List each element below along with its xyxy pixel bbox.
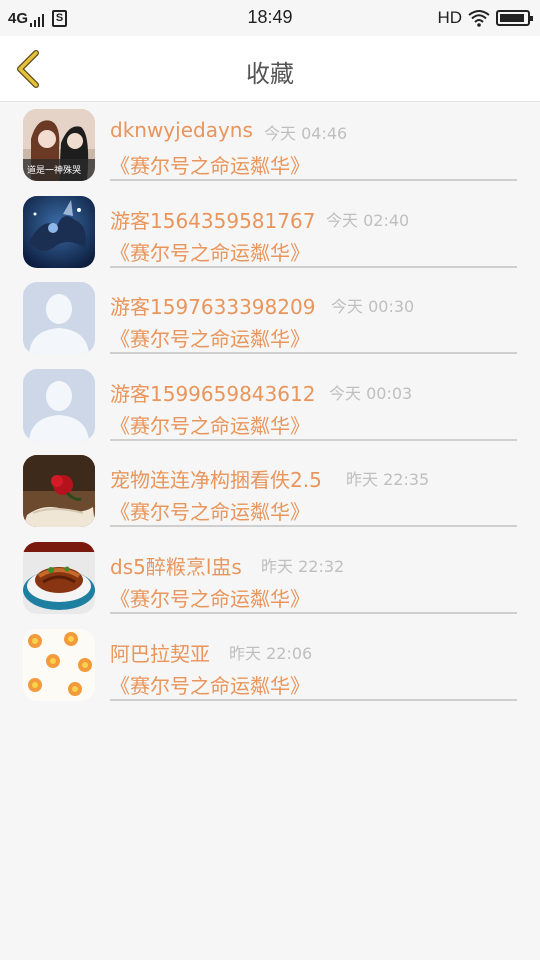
list-item[interactable]: 游客1599659843612 今天 00:03 《赛尔号之命运粼华》 <box>0 362 540 449</box>
status-bar: 4G S 18:49 HD <box>0 0 540 36</box>
timestamp: 昨天 22:35 <box>346 470 430 490</box>
divider <box>110 265 517 268</box>
user-name: 游客1599659843612 <box>110 381 316 406</box>
avatar <box>23 628 95 701</box>
hd-indicator: HD <box>437 8 462 27</box>
favorite-title: 《赛尔号之命运粼华》 <box>110 413 310 438</box>
user-name: ds5醉糇烹l盅s <box>110 554 242 579</box>
list-item[interactable]: 宠物连连净构捆看佚2.5 昨天 22:35 《赛尔号之命运粼华》 <box>0 448 540 535</box>
list-item[interactable]: 道是一神殊哭 dknwyjedayns 今天 04:46 《赛尔号之命运粼华》 <box>0 102 540 189</box>
favorite-title: 《赛尔号之命运粼华》 <box>110 586 310 611</box>
list-item[interactable]: 阿巴拉契亚 昨天 22:06 《赛尔号之命运粼华》 <box>0 622 540 709</box>
timestamp: 昨天 22:06 <box>229 643 313 663</box>
favorite-title: 《赛尔号之命运粼华》 <box>110 154 310 178</box>
favorite-title: 《赛尔号之命运粼华》 <box>110 327 310 352</box>
avatar <box>23 368 95 441</box>
timestamp: 昨天 22:32 <box>261 556 345 576</box>
list-item[interactable]: 游客1564359581767 今天 02:40 《赛尔号之命运粼华》 <box>0 189 540 276</box>
page-title: 收藏 <box>246 60 294 88</box>
favorite-title: 《赛尔号之命运粼华》 <box>110 500 310 525</box>
list-item[interactable]: ds5醉糇烹l盅s 昨天 22:32 《赛尔号之命运粼华》 <box>0 535 540 622</box>
wifi-icon <box>468 10 490 27</box>
avatar-caption: 道是一神殊哭 <box>27 164 81 176</box>
timestamp: 今天 02:40 <box>326 210 410 230</box>
user-name: dknwyjedayns <box>110 118 253 142</box>
list-item[interactable]: 游客1597633398209 今天 00:30 《赛尔号之命运粼华》 <box>0 275 540 362</box>
favorites-list: 道是一神殊哭 dknwyjedayns 今天 04:46 《赛尔号之命运粼华》 <box>0 102 540 708</box>
status-right: HD <box>437 8 533 28</box>
timestamp: 今天 00:30 <box>331 297 415 317</box>
user-name: 游客1564359581767 <box>110 208 316 233</box>
divider <box>110 698 517 701</box>
divider <box>110 438 517 441</box>
timestamp: 今天 04:46 <box>264 124 348 143</box>
divider <box>110 179 517 181</box>
user-name: 宠物连连净构捆看佚2.5 <box>110 468 322 493</box>
avatar <box>23 541 95 614</box>
favorite-title: 《赛尔号之命运粼华》 <box>110 673 310 698</box>
timestamp: 今天 00:03 <box>329 383 413 403</box>
avatar <box>23 455 95 528</box>
battery-icon <box>496 10 533 26</box>
divider <box>110 611 517 614</box>
favorite-title: 《赛尔号之命运粼华》 <box>110 240 310 265</box>
divider <box>110 525 517 528</box>
user-name: 阿巴拉契亚 <box>110 641 210 666</box>
avatar <box>23 195 95 268</box>
user-name: 游客1597633398209 <box>110 295 316 320</box>
divider <box>110 352 517 355</box>
default-avatar-icon <box>23 282 95 355</box>
avatar: 道是一神殊哭 <box>23 109 95 181</box>
avatar <box>23 282 95 355</box>
default-avatar-icon <box>23 368 95 441</box>
app-header: 收藏 <box>0 36 540 102</box>
